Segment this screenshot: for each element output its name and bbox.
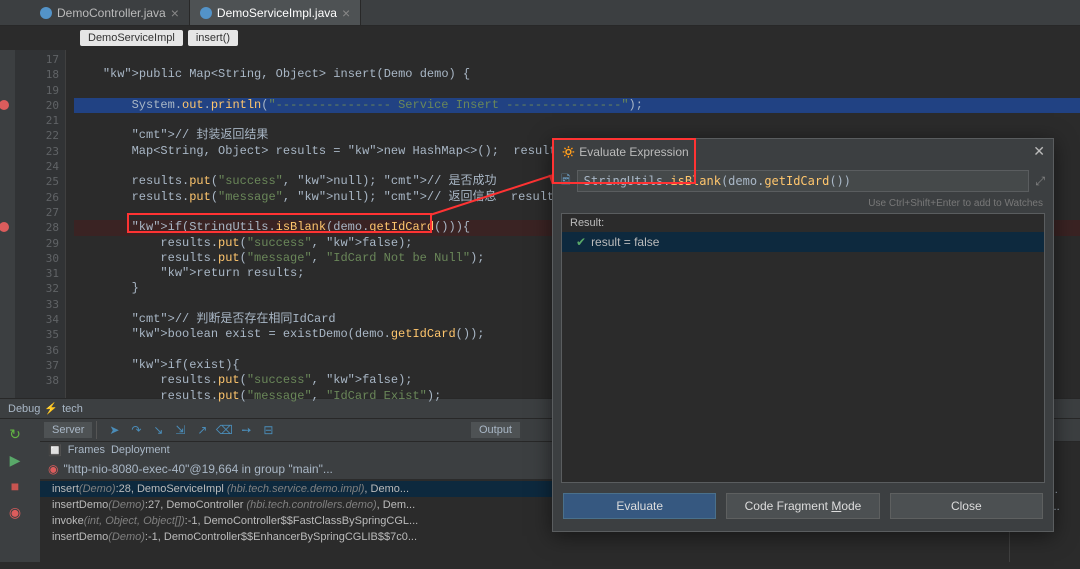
- force-step-into-icon[interactable]: ⇲: [171, 421, 189, 439]
- check-icon: ✔: [576, 235, 586, 249]
- debug-side-toolbar: ↻ ▶ ■ ◉: [0, 419, 40, 562]
- result-value-row[interactable]: ✔ result = false: [562, 232, 1044, 252]
- deployment-label[interactable]: Deployment: [111, 444, 170, 457]
- close-icon[interactable]: ×: [171, 5, 179, 21]
- thread-icon: ◉: [48, 462, 58, 476]
- close-icon[interactable]: ✕: [1033, 143, 1045, 160]
- dialog-buttons: Evaluate Code Fragment Mode Close: [553, 483, 1053, 531]
- evaluate-button[interactable]: Evaluate: [563, 493, 716, 519]
- run-config[interactable]: tech: [62, 403, 83, 415]
- step-out-icon[interactable]: ↗: [193, 421, 211, 439]
- java-class-icon: [40, 7, 52, 19]
- gutter[interactable]: 1718192021222324252627282930313233343536…: [15, 50, 65, 398]
- evaluate-expression-dialog: 🔅 Evaluate Expression ✕ 🖻 StringUtils.is…: [552, 138, 1054, 532]
- tab-demoserviceimpl[interactable]: DemoServiceImpl.java ×: [190, 0, 361, 25]
- expand-icon[interactable]: ⤢: [1035, 174, 1045, 189]
- evaluate-expression-icon[interactable]: ⊟: [259, 421, 277, 439]
- frames-icon: 🔲: [48, 444, 62, 457]
- debug-label: Debug: [8, 403, 40, 415]
- run-to-cursor-icon[interactable]: ➙: [237, 421, 255, 439]
- output-tab[interactable]: Output: [471, 422, 520, 438]
- highlight-annotation: [552, 138, 696, 184]
- rerun-button[interactable]: ↻: [4, 423, 26, 445]
- debug-inner-tabs: Server: [40, 420, 96, 440]
- result-panel: Result: ✔ result = false: [561, 213, 1045, 483]
- result-label: Result:: [562, 214, 1044, 232]
- code-fragment-mode-button[interactable]: Code Fragment Mode: [726, 493, 879, 519]
- close-button[interactable]: Close: [890, 493, 1043, 519]
- result-text: result = false: [591, 235, 659, 249]
- stop-button[interactable]: ■: [4, 475, 26, 497]
- close-icon[interactable]: ×: [342, 5, 350, 21]
- highlight-annotation: [127, 213, 432, 233]
- tab-democontroller[interactable]: DemoController.java ×: [30, 0, 190, 25]
- view-breakpoints-button[interactable]: ◉: [4, 501, 26, 523]
- step-into-icon[interactable]: ↘: [149, 421, 167, 439]
- breadcrumb: DemoServiceImpl insert(): [0, 26, 1080, 50]
- server-tab[interactable]: Server: [44, 422, 92, 438]
- resume-button[interactable]: ▶: [4, 449, 26, 471]
- breadcrumb-class[interactable]: DemoServiceImpl: [80, 30, 183, 46]
- editor-tabs: DemoController.java × DemoServiceImpl.ja…: [0, 0, 1080, 26]
- breadcrumb-method[interactable]: insert(): [188, 30, 238, 46]
- frames-label[interactable]: Frames: [68, 444, 105, 457]
- show-execution-point-icon[interactable]: ➤: [105, 421, 123, 439]
- bug-icon: ⚡: [44, 402, 58, 415]
- step-over-icon[interactable]: ↷: [127, 421, 145, 439]
- stepping-toolbar: ➤ ↷ ↘ ⇲ ↗ ⌫ ➙ ⊟: [97, 419, 285, 441]
- drop-frame-icon[interactable]: ⌫: [215, 421, 233, 439]
- java-class-icon: [200, 7, 212, 19]
- tab-label: DemoController.java: [57, 6, 166, 20]
- tab-label: DemoServiceImpl.java: [217, 6, 337, 20]
- hint-text: Use Ctrl+Shift+Enter to add to Watches: [553, 198, 1053, 213]
